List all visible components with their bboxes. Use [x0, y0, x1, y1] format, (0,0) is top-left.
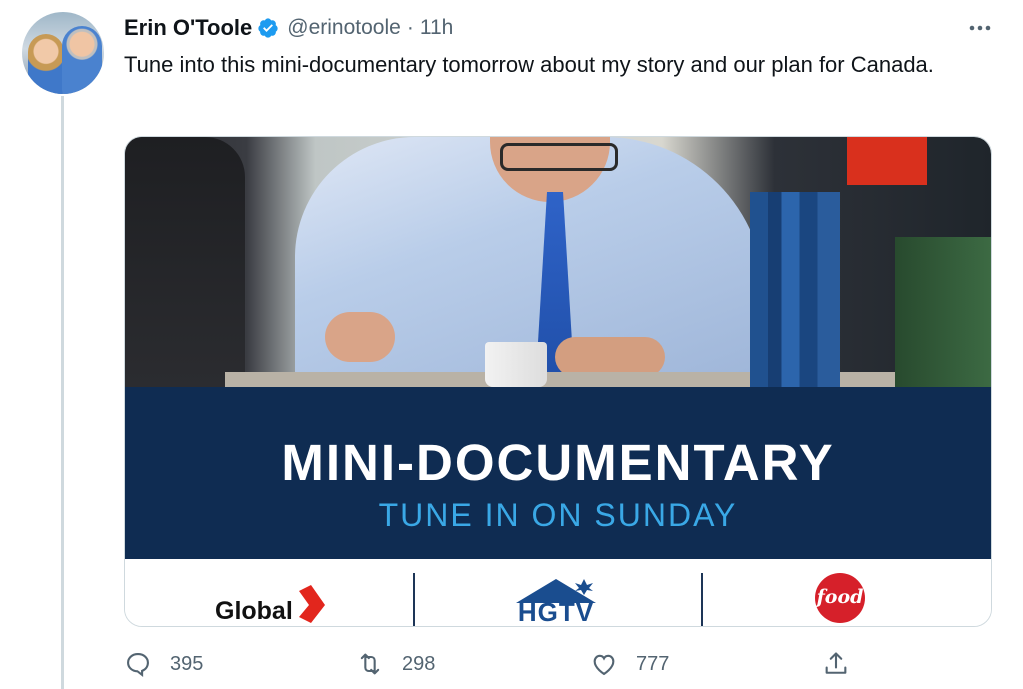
media-photo [125, 137, 991, 387]
retweet-icon [360, 653, 380, 675]
global-mark-icon [299, 585, 325, 623]
photo-shape [325, 312, 395, 362]
banner-title: MINI-DOCUMENTARY [281, 434, 835, 491]
tweet-text: Tune into this mini-documentary tomorrow… [124, 52, 934, 77]
avatar[interactable] [22, 12, 104, 94]
global-logo: Global [215, 597, 293, 625]
food-network-logo-text: food [816, 586, 864, 608]
photo-shape [485, 342, 547, 387]
like-count: 777 [636, 652, 670, 675]
reply-count: 395 [170, 652, 204, 675]
network-logos: Global HGTV food [125, 559, 991, 626]
logo-divider [413, 573, 415, 626]
retweet-button[interactable]: 298 [356, 646, 435, 682]
photo-shape [750, 192, 840, 387]
photo-shape [125, 137, 245, 387]
photo-shape [847, 137, 927, 185]
share-icon [825, 652, 847, 674]
separator-dot: · [406, 16, 414, 39]
like-icon [593, 654, 615, 676]
tweet-time[interactable]: 11h [420, 16, 453, 40]
banner-subtitle: TUNE IN ON SUNDAY [378, 497, 738, 533]
photo-shape [500, 143, 618, 171]
tweet-media[interactable]: MINI-DOCUMENTARY TUNE IN ON SUNDAY Globa… [124, 136, 992, 627]
photo-shape [225, 372, 991, 387]
photo-shape [895, 237, 991, 387]
thread-line [61, 96, 64, 689]
reply-icon [127, 653, 149, 677]
avatar-person-right [62, 26, 102, 94]
tweet-header: Erin O'Toole @erinotoole · 11h [124, 12, 1003, 44]
author-name[interactable]: Erin O'Toole [124, 15, 252, 41]
like-button[interactable]: 777 [590, 646, 669, 682]
media-banner: MINI-DOCUMENTARY TUNE IN ON SUNDAY [125, 387, 991, 559]
photo-shape [555, 337, 665, 377]
logo-divider [701, 573, 703, 626]
author-handle[interactable]: @erinotoole [287, 16, 401, 40]
share-button[interactable] [822, 646, 850, 682]
tweet-actions: 395 298 777 [124, 646, 990, 682]
more-icon[interactable] [965, 16, 995, 40]
hgtv-logo: HGTV [517, 597, 595, 627]
verified-badge-icon [258, 18, 278, 38]
avatar-person-left [28, 34, 64, 94]
reply-button[interactable]: 395 [124, 646, 203, 682]
retweet-count: 298 [402, 652, 436, 675]
